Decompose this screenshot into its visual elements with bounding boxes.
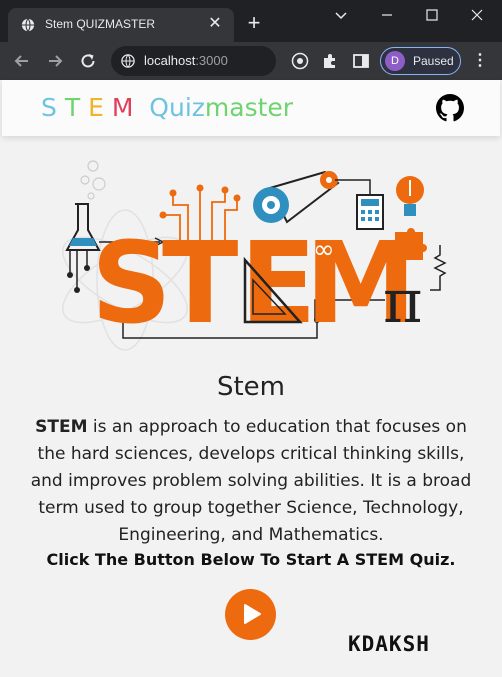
start-quiz-prompt: Click The Button Below To Start A STEM Q… bbox=[46, 550, 456, 569]
tab-title: Stem QUIZMASTER bbox=[45, 17, 156, 31]
close-window-icon[interactable] bbox=[466, 4, 488, 26]
extension-icon[interactable] bbox=[291, 52, 309, 70]
stem-description: STEM is an approach to education that fo… bbox=[20, 414, 482, 549]
stem-letter-s: S bbox=[91, 219, 172, 349]
start-quiz-button[interactable] bbox=[225, 589, 276, 640]
menu-icon[interactable]: ⋮ bbox=[472, 52, 488, 70]
description-highlight: STEM bbox=[35, 417, 88, 437]
profile-button[interactable]: D Paused bbox=[380, 47, 461, 75]
avatar: D bbox=[385, 51, 405, 71]
site-info-icon[interactable] bbox=[121, 54, 135, 68]
address-bar[interactable]: localhost:3000 bbox=[111, 46, 276, 76]
reload-icon[interactable] bbox=[78, 51, 98, 71]
url-text: localhost:3000 bbox=[144, 53, 228, 68]
github-icon[interactable] bbox=[436, 94, 464, 122]
light-bulb-icon bbox=[396, 176, 424, 216]
new-tab-button[interactable]: + bbox=[244, 12, 264, 34]
maximize-icon[interactable] bbox=[421, 4, 443, 26]
app-header: S T E M Quizmaster bbox=[2, 80, 500, 136]
side-panel-icon[interactable] bbox=[352, 52, 370, 70]
description-text: is an approach to education that focuses… bbox=[30, 417, 472, 545]
browser-tab-bar: Stem QUIZMASTER ✕ + bbox=[0, 0, 502, 42]
resistor-icon bbox=[430, 245, 447, 291]
author-watermark: KDAKSH bbox=[348, 632, 430, 656]
pi-symbol: π bbox=[383, 267, 422, 337]
infinity-symbol: ∞ bbox=[313, 235, 335, 265]
minimize-icon[interactable] bbox=[376, 4, 398, 26]
play-icon bbox=[244, 604, 261, 624]
forward-arrow-icon[interactable] bbox=[45, 51, 65, 71]
chevron-down-icon[interactable] bbox=[330, 4, 352, 26]
gear-icon bbox=[253, 170, 340, 224]
stem-letter-t: T bbox=[162, 219, 238, 349]
close-tab-icon[interactable]: ✕ bbox=[206, 15, 224, 33]
page-title: Stem bbox=[216, 372, 286, 402]
globe-icon bbox=[21, 18, 35, 32]
browser-tab[interactable]: Stem QUIZMASTER ✕ bbox=[8, 8, 234, 42]
bubbles-icon bbox=[80, 160, 106, 200]
profile-status: Paused bbox=[413, 54, 454, 68]
puzzle-icon[interactable] bbox=[321, 52, 339, 70]
stem-illustration: S T E M ∞ π bbox=[62, 160, 447, 351]
back-arrow-icon[interactable] bbox=[12, 51, 32, 71]
app-logo[interactable]: S T E M Quizmaster bbox=[41, 93, 293, 122]
browser-toolbar: localhost:3000 D Paused ⋮ bbox=[0, 42, 502, 80]
